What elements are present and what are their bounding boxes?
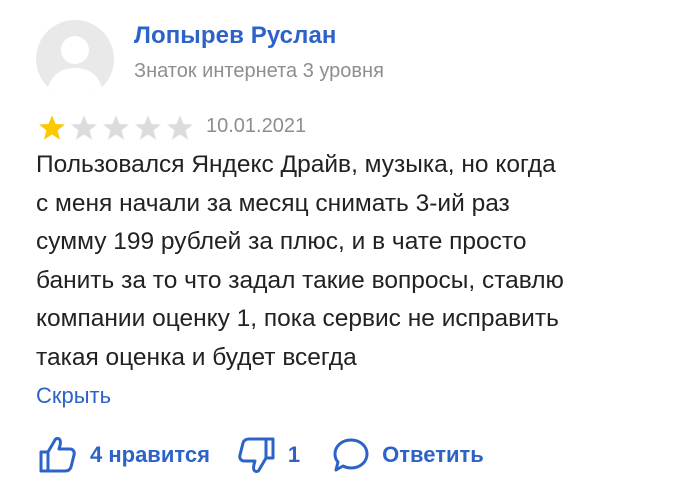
avatar[interactable]: [36, 20, 114, 98]
review-date: 10.01.2021: [206, 115, 307, 137]
user-silhouette-icon: [46, 36, 104, 98]
star-empty-icon: [69, 114, 99, 142]
speech-bubble-icon: [333, 438, 369, 472]
review-text-line: компании оценку 1, пока сервис не исправ…: [36, 305, 559, 332]
hide-link[interactable]: Скрыть: [36, 383, 111, 409]
reply-button[interactable]: Ответить: [332, 437, 484, 473]
review-text-line: такая оценка и будет всегда: [36, 343, 357, 371]
thumbs-down-icon: [238, 437, 275, 473]
likes-label: 4 нравится: [90, 442, 210, 467]
star-empty-icon: [101, 114, 131, 142]
dislike-button[interactable]: 1: [238, 436, 300, 474]
reply-label: Ответить: [382, 442, 484, 467]
star-filled-icon: [37, 114, 67, 142]
rating-stars: [37, 114, 195, 142]
review-actions: 4 нравится 1 Ответить: [38, 436, 484, 474]
review-text-line: с меня начали за месяц снимать 3-ий раз: [36, 189, 510, 217]
star-empty-icon: [165, 114, 195, 142]
author-level: Знаток интернета 3 уровня: [134, 60, 384, 82]
thumbs-up-icon: [39, 437, 76, 473]
like-button[interactable]: 4 нравится: [38, 436, 210, 474]
star-empty-icon: [133, 114, 163, 142]
review-text-line: Пользовался Яндекс Драйв, музыка, но ког…: [36, 151, 556, 178]
author-name[interactable]: Лопырев Руслан: [134, 22, 337, 50]
review-text: Пользовался Яндекс Драйв, музыка, но ког…: [36, 146, 676, 377]
review-text-line: сумму 199 рублей за плюс, и в чате прост…: [36, 228, 527, 255]
dislikes-count: 1: [287, 442, 301, 467]
review-text-line: банить за то что задал такие вопросы, ст…: [36, 266, 564, 294]
